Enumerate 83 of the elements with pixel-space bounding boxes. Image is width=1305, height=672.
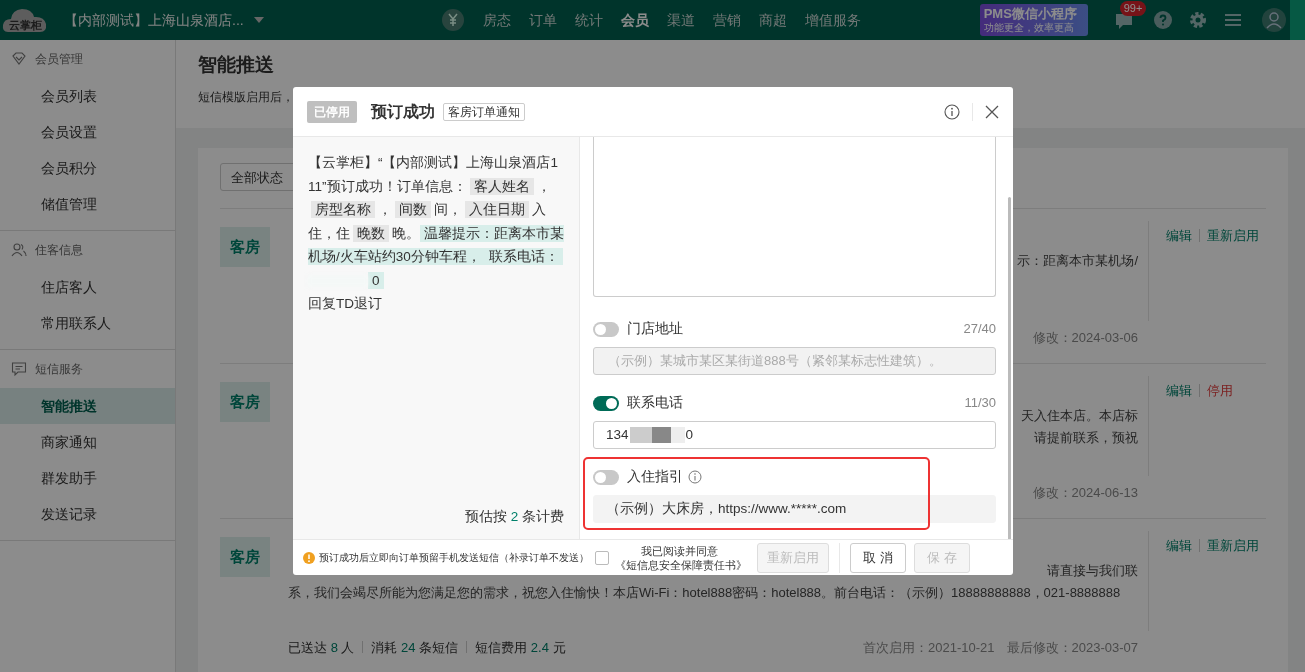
- toggle-switch[interactable]: [593, 469, 619, 485]
- people-icon: [11, 242, 27, 258]
- sidebar-item[interactable]: 发送记录: [0, 496, 175, 532]
- close-icon[interactable]: [985, 104, 999, 119]
- option-label: 入住指引: [627, 467, 683, 486]
- settings-icon[interactable]: [1188, 11, 1207, 29]
- sidebar-item[interactable]: 住店客人: [0, 269, 175, 305]
- option-label: 门店地址: [627, 319, 683, 338]
- yen-icon[interactable]: [441, 9, 464, 31]
- category-tag: 客房: [220, 382, 270, 422]
- nav-item[interactable]: 订单: [519, 9, 566, 31]
- char-count: 11/30: [964, 394, 996, 413]
- nav-item[interactable]: 渠道: [657, 9, 704, 31]
- warning-icon: [303, 551, 315, 564]
- option-label: 联系电话: [627, 393, 683, 412]
- info-icon[interactable]: [688, 470, 702, 484]
- agree-text: 我已阅读并同意: [639, 543, 719, 558]
- group-title: 住客信息: [35, 242, 83, 259]
- message-text: 请直接与我们联: [1047, 563, 1138, 578]
- group-title: 短信服务: [35, 361, 83, 378]
- action-link[interactable]: 编辑: [1159, 539, 1200, 552]
- date-text: 最后修改：2023-03-07: [1006, 638, 1138, 657]
- sidebar-item[interactable]: 商家通知: [0, 424, 175, 460]
- page-description: 短信模版启用后，: [198, 89, 295, 105]
- sidebar-item[interactable]: 会员列表: [0, 78, 175, 114]
- action-link[interactable]: 停用: [1200, 384, 1240, 397]
- agree-checkbox[interactable]: [595, 550, 609, 565]
- toggle-switch[interactable]: [593, 395, 619, 411]
- message-icon: [11, 361, 27, 377]
- cancel-button[interactable]: 取 消: [850, 542, 906, 573]
- category-tag: 客房订单通知: [443, 102, 525, 121]
- stat-text: 短信费用 2.4 元: [475, 638, 566, 657]
- category-tag: 客房: [220, 227, 270, 267]
- sidebar-item[interactable]: 储值管理: [0, 186, 175, 222]
- message-text: 示：距离本市某机场/: [1017, 253, 1138, 268]
- sidebar-item[interactable]: 群发助手: [0, 460, 175, 496]
- menu-icon[interactable]: [1223, 11, 1242, 29]
- message-text: 请提前联系，预祝: [1034, 430, 1138, 445]
- nav-item[interactable]: 统计: [565, 9, 612, 31]
- date-text: 首次启用：2021-10-21: [863, 638, 995, 657]
- promo-banner[interactable]: PMS微信小程序 功能更全，效率更高: [979, 4, 1088, 36]
- estimate-text: 预估按 2 条计费: [463, 507, 564, 526]
- phone-field[interactable]: 134 0: [593, 421, 996, 449]
- action-link[interactable]: 重新启用: [1200, 539, 1266, 552]
- nav-item[interactable]: 房态: [473, 9, 520, 31]
- notification-badge: 99+: [1119, 1, 1147, 17]
- nav-item[interactable]: 商超: [749, 9, 796, 31]
- status-badge: 已停用: [307, 100, 357, 123]
- dialog-title: 预订成功: [371, 101, 435, 122]
- nav-item[interactable]: 会员: [611, 9, 658, 31]
- sidebar-item[interactable]: 会员设置: [0, 114, 175, 150]
- diamond-icon: [11, 51, 27, 67]
- message-text: 系，我们会竭尽所能为您满足您的需求，祝您入住愉快！本店Wi-Fi：hotel888密码：hotel888。前台电话：（示例）18888888888，021-8888888: [288, 585, 1121, 600]
- message-icon[interactable]: [1113, 11, 1134, 30]
- stat-text: 已送达 8 人: [288, 638, 355, 657]
- caret-icon[interactable]: [253, 17, 264, 23]
- stat-text: 消耗 24 条短信: [371, 638, 459, 657]
- info-icon[interactable]: [944, 103, 960, 120]
- notice-text: 预订成功后立即向订单预留手机发送短信（补录订单不发送）: [319, 551, 589, 565]
- char-count: 27/40: [963, 320, 996, 339]
- action-link[interactable]: 编辑: [1159, 229, 1200, 242]
- hotel-selector[interactable]: 【内部测试】上海山泉酒店...: [64, 9, 244, 31]
- scrollbar[interactable]: [1008, 197, 1011, 539]
- action-link[interactable]: 编辑: [1159, 384, 1200, 397]
- date-text: 修改：2024-06-13: [1032, 483, 1138, 502]
- avatar-icon[interactable]: [1261, 8, 1286, 32]
- toggle-switch[interactable]: [593, 321, 619, 337]
- sidebar-item[interactable]: 会员积分: [0, 150, 175, 186]
- sidebar-item[interactable]: 常用联系人: [0, 305, 175, 341]
- category-tag: 客房: [220, 537, 270, 577]
- date-text: 修改：2024-03-06: [1032, 328, 1138, 347]
- action-link[interactable]: 重新启用: [1200, 229, 1266, 242]
- help-icon[interactable]: [1153, 11, 1172, 29]
- message-text: 天入住本店。本店标: [1021, 408, 1138, 423]
- agreement-link[interactable]: 《短信息安全保障责任书》: [615, 557, 743, 572]
- logo-text: 云掌柜: [9, 18, 42, 33]
- guide-field[interactable]: （示例）大床房，https://www.*****.com: [593, 495, 996, 523]
- group-title: 会员管理: [35, 51, 83, 68]
- page-title: 智能推送: [198, 54, 275, 77]
- nav-item[interactable]: 增值服务: [795, 9, 870, 31]
- message-preview: 回复TD退订: [308, 295, 383, 313]
- nav-item[interactable]: 营销: [703, 9, 750, 31]
- sidebar-item[interactable]: 智能推送: [0, 388, 175, 424]
